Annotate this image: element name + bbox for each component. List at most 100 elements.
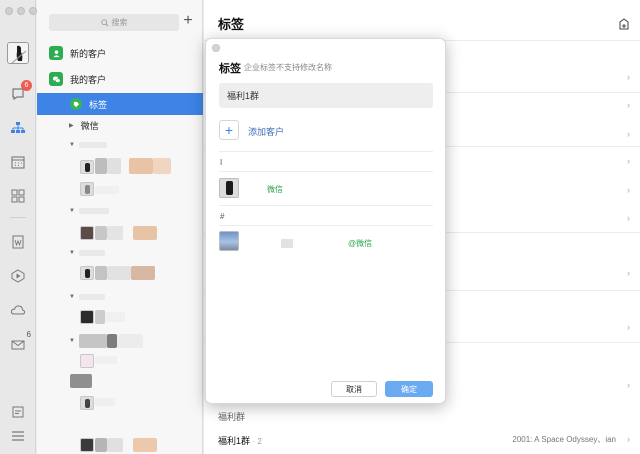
- tag-dialog: 标签 企业标签不支持修改名称 福利1群 + 添加客户 I 微信 # @微信 取消…: [205, 38, 446, 404]
- search-placeholder: 搜索: [111, 18, 128, 27]
- search-input[interactable]: 搜索: [49, 14, 179, 31]
- divider: [219, 205, 433, 206]
- contact-avatar: [80, 354, 94, 368]
- dialog-close-button[interactable]: [212, 44, 220, 52]
- contact-avatar: [80, 226, 94, 240]
- chevron-right-icon[interactable]: ›: [627, 156, 630, 166]
- dialog-subtitle: 企业标签不支持修改名称: [244, 63, 332, 72]
- group-name: 福利1群: [218, 436, 251, 446]
- blurred-group-name: [79, 250, 105, 256]
- blurred-group-name: [117, 334, 143, 348]
- blurred-name: [105, 312, 125, 322]
- calendar-icon[interactable]: [8, 152, 28, 172]
- close-window-button[interactable]: [5, 7, 13, 15]
- expand-arrow-icon: ▶: [69, 122, 74, 129]
- menu-icon[interactable]: [8, 426, 28, 446]
- group-row[interactable]: 福利1群 · 2: [218, 434, 262, 447]
- collapse-arrow-icon: ▼: [69, 338, 75, 344]
- blurred-name: [131, 266, 155, 280]
- contact-avatar: [219, 178, 239, 198]
- sidebar-item-wechat[interactable]: ▶ 微信: [37, 114, 203, 136]
- blurred-group-name: [79, 142, 107, 148]
- messages-badge: 6: [21, 80, 32, 91]
- blurred-name: [95, 356, 117, 364]
- blurred-name: [107, 438, 123, 452]
- blurred-name: [281, 239, 293, 248]
- blurred-name: [107, 266, 131, 280]
- blurred-name: [95, 186, 119, 194]
- sidebar-item-label: 微信: [80, 120, 99, 131]
- mail-icon[interactable]: 6: [8, 330, 31, 354]
- contact-avatar: [80, 438, 94, 452]
- chevron-right-icon[interactable]: ›: [627, 72, 630, 82]
- collapse-arrow-icon: ▼: [69, 142, 75, 148]
- search-icon: [100, 18, 109, 27]
- new-customer-icon: [49, 46, 63, 60]
- contact-avatar: [219, 231, 239, 251]
- index-letter: I: [220, 158, 223, 167]
- blurred-name: [70, 374, 92, 388]
- blurred-group-name: [79, 334, 107, 348]
- blurred-name: [133, 438, 157, 452]
- blurred-name: [107, 158, 121, 174]
- meeting-icon[interactable]: [8, 266, 28, 286]
- chevron-right-icon[interactable]: ›: [627, 434, 630, 444]
- sidebar-item-new-customers[interactable]: 新的客户: [37, 42, 203, 64]
- docs-icon[interactable]: [8, 232, 28, 252]
- sidebar-item-label: 标签: [89, 99, 108, 110]
- cancel-button[interactable]: 取消: [331, 381, 377, 397]
- collapse-arrow-icon: ▼: [69, 294, 75, 300]
- blurred-name: [95, 438, 107, 452]
- contact-avatar: [80, 182, 94, 196]
- tag-name-field[interactable]: 福利1群: [219, 83, 433, 108]
- cloud-drive-icon[interactable]: [8, 300, 28, 320]
- group-count: · 2: [252, 437, 262, 446]
- blurred-name: [95, 398, 115, 406]
- contact-source: @微信: [348, 239, 373, 248]
- divider: [219, 225, 433, 226]
- divider: [219, 151, 433, 152]
- contact-avatar: [80, 266, 94, 280]
- divider: [219, 171, 433, 172]
- page-title: 标签: [218, 17, 245, 32]
- contact-source: 微信: [267, 185, 283, 194]
- blurred-name: [133, 226, 157, 240]
- user-avatar[interactable]: [7, 42, 29, 64]
- contact-avatar: [80, 310, 94, 324]
- zoom-window-button[interactable]: [29, 7, 37, 15]
- sidebar-item-tags[interactable]: 标签: [37, 93, 203, 115]
- add-member-icon[interactable]: [618, 18, 630, 32]
- sidebar-item-label: 我的客户: [70, 74, 107, 85]
- chevron-right-icon[interactable]: ›: [627, 100, 630, 110]
- blurred-group-name: [107, 334, 117, 348]
- add-customer-button[interactable]: +: [219, 120, 239, 140]
- group-members-preview: 2001: A Space Odyssey、ian: [512, 435, 616, 444]
- blurred-name: [95, 158, 107, 174]
- messages-icon[interactable]: 6: [8, 80, 32, 104]
- chevron-right-icon[interactable]: ›: [627, 268, 630, 278]
- plus-icon: +: [224, 122, 234, 138]
- chevron-right-icon[interactable]: ›: [627, 380, 630, 390]
- minimize-window-button[interactable]: [17, 7, 25, 15]
- chevron-right-icon[interactable]: ›: [627, 185, 630, 195]
- chevron-right-icon[interactable]: ›: [627, 213, 630, 223]
- sidebar-item-my-customers[interactable]: 我的客户: [37, 68, 203, 90]
- favorites-icon[interactable]: [8, 402, 28, 422]
- window-controls: [5, 7, 37, 15]
- blurred-name: [95, 266, 107, 280]
- contacts-panel: 搜索 + 新的客户 我的客户 标签 ▶ 微信 ▼ ▼ ▼ ▼ ▼: [37, 0, 203, 454]
- chevron-right-icon[interactable]: ›: [627, 322, 630, 332]
- contacts-icon[interactable]: [8, 118, 28, 138]
- confirm-button[interactable]: 确定: [385, 381, 433, 397]
- workbench-icon[interactable]: [8, 186, 28, 206]
- contact-avatar: [80, 396, 94, 410]
- tag-icon: [70, 98, 82, 110]
- add-button[interactable]: +: [180, 12, 196, 30]
- blurred-name: [95, 310, 105, 324]
- index-letter: #: [220, 212, 225, 221]
- add-customer-label[interactable]: 添加客户: [248, 125, 284, 138]
- chevron-right-icon[interactable]: ›: [627, 129, 630, 139]
- app-rail: 6 6: [0, 0, 37, 454]
- blurred-group-name: [79, 208, 109, 214]
- blurred-name: [95, 226, 107, 240]
